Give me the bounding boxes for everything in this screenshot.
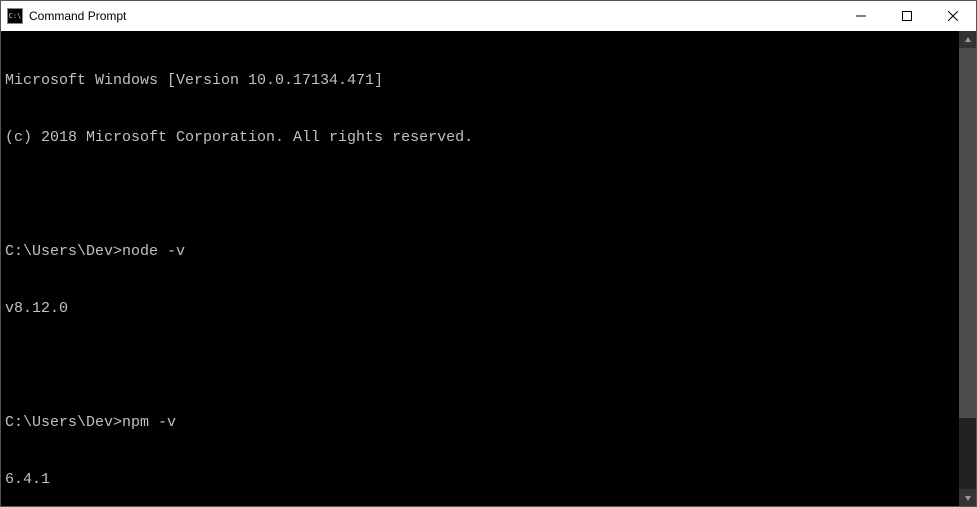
scroll-down-button[interactable]	[959, 489, 976, 506]
titlebar[interactable]: Command Prompt	[1, 1, 976, 31]
vertical-scrollbar[interactable]	[959, 31, 976, 506]
command-line: C:\Users\Dev>node -v	[5, 242, 955, 261]
app-icon	[7, 8, 23, 24]
close-button[interactable]	[930, 1, 976, 31]
prompt: C:\Users\Dev>	[5, 414, 122, 431]
output-line: 6.4.1	[5, 470, 955, 489]
prompt: C:\Users\Dev>	[5, 243, 122, 260]
blank-line	[5, 185, 955, 204]
scrollbar-thumb[interactable]	[959, 48, 976, 418]
header-line: Microsoft Windows [Version 10.0.17134.47…	[5, 71, 955, 90]
minimize-button[interactable]	[838, 1, 884, 31]
maximize-button[interactable]	[884, 1, 930, 31]
terminal-output[interactable]: Microsoft Windows [Version 10.0.17134.47…	[1, 31, 959, 506]
window-controls	[838, 1, 976, 31]
window-title: Command Prompt	[29, 9, 126, 23]
command-prompt-window: Command Prompt Microsoft Windows [Versio…	[0, 0, 977, 507]
blank-line	[5, 356, 955, 375]
output-line: v8.12.0	[5, 299, 955, 318]
scroll-up-button[interactable]	[959, 31, 976, 48]
command-line: C:\Users\Dev>npm -v	[5, 413, 955, 432]
client-area: Microsoft Windows [Version 10.0.17134.47…	[1, 31, 976, 506]
command: npm -v	[122, 414, 176, 431]
command: node -v	[122, 243, 185, 260]
header-line: (c) 2018 Microsoft Corporation. All righ…	[5, 128, 955, 147]
